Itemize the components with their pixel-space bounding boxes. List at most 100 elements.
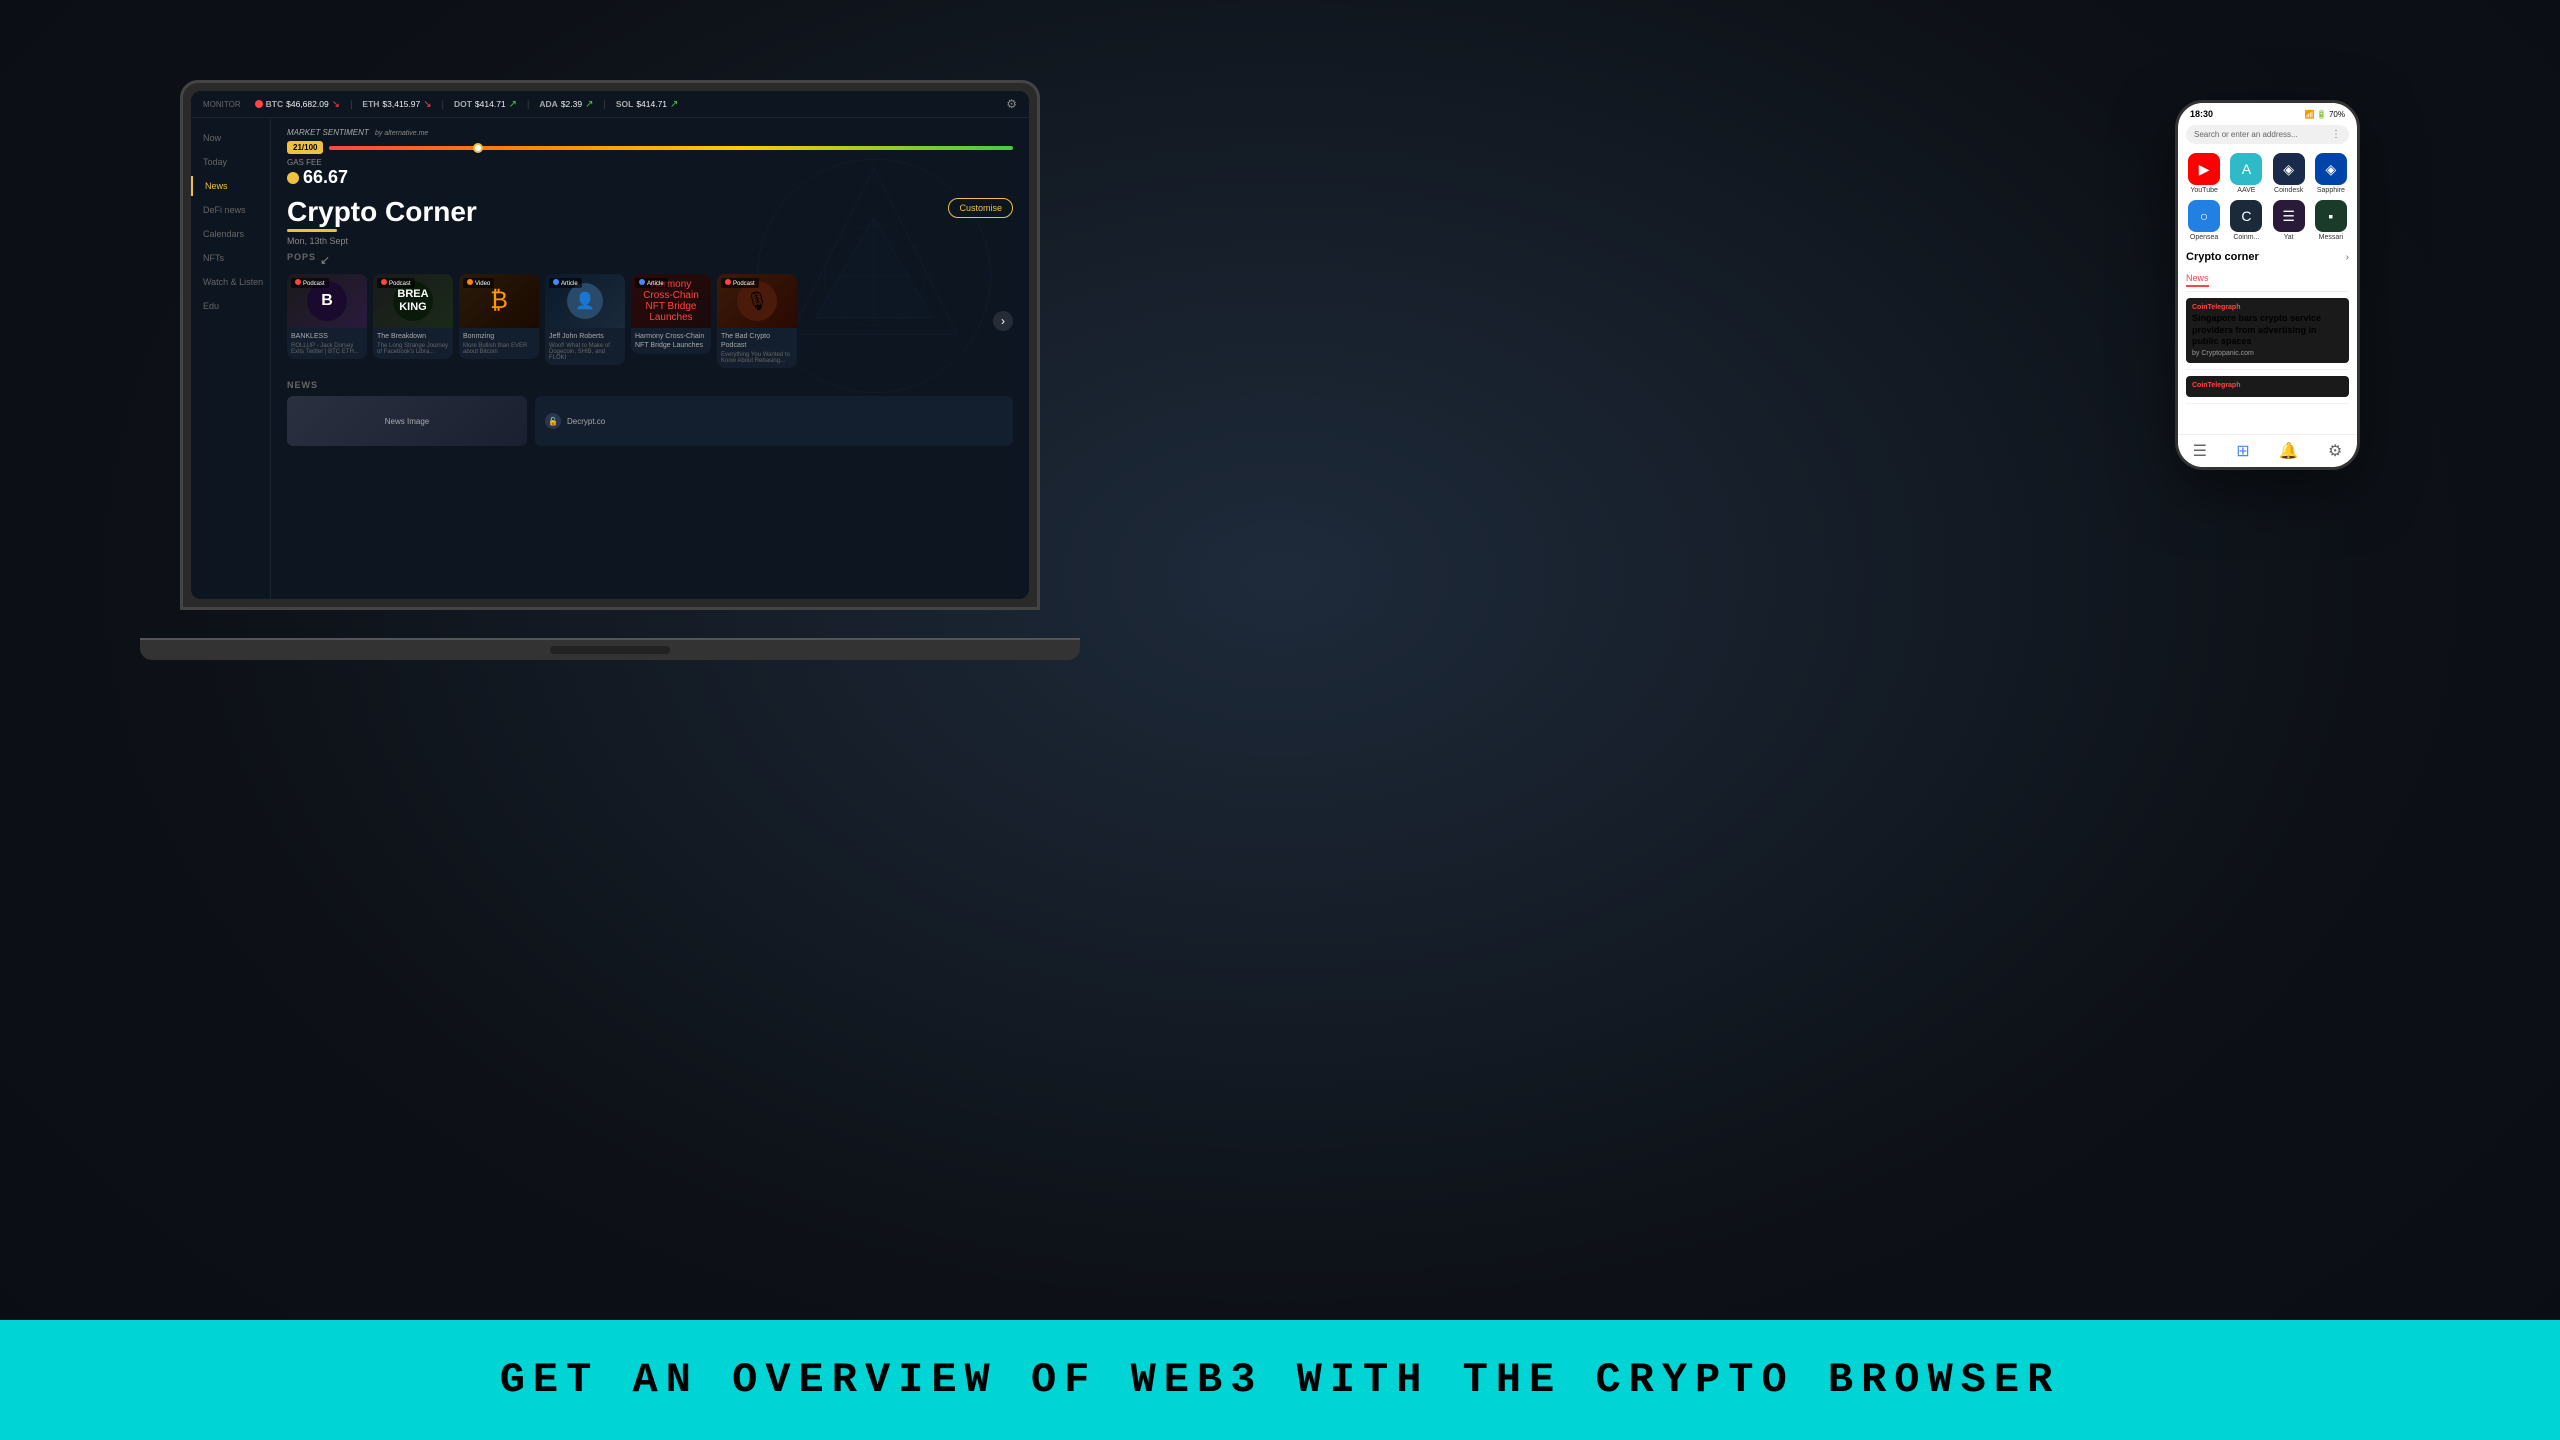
phone-news-item-2[interactable]: CoinTelegraph — [2186, 370, 2349, 404]
pops-collapse-icon[interactable]: ↙ — [320, 253, 330, 267]
news-source-name: Decrypt.co — [567, 417, 605, 426]
news-image: News Image — [287, 396, 527, 446]
settings-icon[interactable]: ⚙ — [1006, 97, 1017, 111]
phone-app-youtube[interactable]: ▶ YouTube — [2186, 153, 2222, 194]
pop-card-inner-bitcoin: ₿ Video Bonmzing More Bullish than EVER … — [459, 274, 539, 359]
gas-fee-value: 66.67 — [287, 167, 1013, 188]
bottom-banner: GET AN OVERVIEW OF WEB3 WITH THE CRYPTO … — [0, 1320, 2560, 1440]
sep1: | — [350, 99, 352, 109]
phone-app-opensea[interactable]: ○ Opensea — [2186, 200, 2222, 241]
news-label: NEWS — [287, 380, 1013, 390]
sentiment-label: MARKET SENTIMENT by alternative.me — [287, 128, 1013, 137]
sentiment-bar-container: 21/100 — [287, 141, 1013, 154]
sidebar-item-calendars[interactable]: Calendars — [191, 224, 270, 244]
news-section: NEWS News Image 🔓 Decrypt.co — [287, 380, 1013, 446]
laptop-device: MONITOR BTC $46,682.09 ↘ | ETH — [180, 80, 1040, 660]
sidebar-item-now[interactable]: Now — [191, 128, 270, 148]
sidebar-item-edu[interactable]: Edu — [191, 296, 270, 316]
sapphire-icon: ◈ — [2315, 153, 2347, 185]
phone-app-coindesk[interactable]: ◈ Coindesk — [2271, 153, 2307, 194]
phone-news-item-1[interactable]: CoinTelegraph Singapore bars crypto serv… — [2186, 292, 2349, 370]
phone-app-aave[interactable]: A AAVE — [2228, 153, 2264, 194]
sidebar-item-watch[interactable]: Watch & Listen — [191, 272, 270, 292]
eth-ticker: ETH $3,415.97 ↘ — [362, 99, 431, 110]
sol-ticker: SOL $414.71 ↗ — [616, 99, 679, 110]
eth-name: ETH — [362, 99, 379, 109]
carousel-arrow[interactable]: › — [993, 311, 1013, 331]
pop-card-harmony[interactable]: Harmony Cross-Chain NFT Bridge Launches … — [631, 274, 711, 368]
phone-device: 18:30 📶 🔋 70% Search or enter an address… — [2175, 100, 2360, 470]
sidebar-item-news[interactable]: News — [191, 176, 270, 196]
eth-price: $3,415.97 — [382, 99, 420, 109]
sidebar-item-nfts[interactable]: NFTs — [191, 248, 270, 268]
sidebar-item-today[interactable]: Today — [191, 152, 270, 172]
phone-bottom-nav: ☰ ⊞ 🔔 ⚙ — [2178, 434, 2357, 467]
coindesk-label: Coindesk — [2274, 187, 2303, 194]
phone-tab-news[interactable]: News — [2186, 271, 2209, 287]
sep2: | — [442, 99, 444, 109]
phone-status-icons: 📶 🔋 70% — [2305, 110, 2345, 119]
pop-type-jeff: Article — [549, 278, 582, 288]
phone-nav-tabs[interactable]: ☰ — [2193, 441, 2207, 461]
btc-ticker: BTC $46,682.09 ↘ — [255, 99, 340, 110]
phone-nav-settings[interactable]: ⚙ — [2328, 441, 2342, 461]
gas-dot — [287, 172, 299, 184]
messari-label: Messari — [2319, 234, 2344, 241]
news-source-logo: 🔓 — [545, 413, 561, 429]
pop-card-bankless[interactable]: B Podcast BANKLESS ROLLUP - Jack Dorsey … — [287, 274, 367, 368]
pop-card-image-jeff: 👤 Article — [545, 274, 625, 328]
pop-card-title-jeff: Jeff John Roberts — [549, 332, 621, 341]
pops-label: POPS — [287, 252, 316, 262]
pop-card-breakdown[interactable]: BREAKING Podcast The Breakdown The Long … — [373, 274, 453, 368]
ada-arrow: ↗ — [585, 99, 593, 110]
pop-card-title-breakdown: The Breakdown — [377, 332, 449, 341]
phone-screen: 18:30 📶 🔋 70% Search or enter an address… — [2178, 103, 2357, 467]
phone-app-yat[interactable]: ☰ Yat — [2271, 200, 2307, 241]
phone-news-title-1: Singapore bars crypto service providers … — [2192, 313, 2343, 348]
sentiment-indicator — [473, 143, 483, 153]
messari-icon: ▪ — [2315, 200, 2347, 232]
youtube-label: YouTube — [2190, 187, 2218, 194]
phone-app-grid: ▶ YouTube A AAVE ◈ Coindesk ◈ Sapphire — [2178, 147, 2357, 247]
pop-card-info-bitcoin: Bonmzing More Bullish than EVER about Bi… — [459, 328, 539, 359]
phone-url-bar[interactable]: Search or enter an address... ⋮ — [2186, 125, 2349, 144]
phone-section-expand[interactable]: › — [2346, 252, 2349, 263]
pop-card-jeff[interactable]: 👤 Article Jeff John Roberts Woof! What t… — [545, 274, 625, 368]
phone-nav-notifications[interactable]: 🔔 — [2279, 441, 2299, 461]
phone-tabs: News — [2186, 267, 2349, 292]
date-label: Mon, 13th Sept — [287, 236, 477, 246]
btc-arrow: ↘ — [332, 99, 340, 110]
laptop-screen: MONITOR BTC $46,682.09 ↘ | ETH — [191, 91, 1029, 599]
phone-news-domain-1: by Cryptopanic.com — [2192, 350, 2343, 357]
gas-fee-number: 66.67 — [303, 167, 348, 188]
pop-card-bitcoin[interactable]: ₿ Video Bonmzing More Bullish than EVER … — [459, 274, 539, 368]
phone-url-text: Search or enter an address... — [2194, 130, 2298, 139]
laptop-body: MONITOR BTC $46,682.09 ↘ | ETH — [180, 80, 1040, 610]
pop-card-info-badcrypto: The Bad Crypto Podcast Everything You Wa… — [717, 328, 797, 368]
page-title-wrapper: Crypto Corner Mon, 13th Sept — [287, 198, 477, 246]
phone-app-messari[interactable]: ▪ Messari — [2313, 200, 2349, 241]
news-card-large[interactable]: News Image — [287, 396, 527, 446]
eth-arrow: ↘ — [423, 99, 431, 110]
ada-price: $2.39 — [561, 99, 582, 109]
phone-app-coinmarketcap[interactable]: C Coinm... — [2228, 200, 2264, 241]
sep3: | — [527, 99, 529, 109]
monitor-bar: MONITOR BTC $46,682.09 ↘ | ETH — [191, 91, 1029, 118]
customise-button[interactable]: Customise — [948, 198, 1013, 218]
pop-card-desc-breakdown: The Long Strange Journey of Facebook's L… — [377, 343, 449, 355]
sidebar-item-defi[interactable]: DeFi news — [191, 200, 270, 220]
phone-url-menu-icon[interactable]: ⋮ — [2331, 129, 2341, 140]
news-card-decrypt[interactable]: 🔓 Decrypt.co — [535, 396, 1013, 446]
opensea-label: Opensea — [2190, 234, 2218, 241]
phone-nav-home[interactable]: ⊞ — [2236, 441, 2249, 461]
title-underline — [287, 229, 337, 232]
phone-app-sapphire[interactable]: ◈ Sapphire — [2313, 153, 2349, 194]
news-cards: News Image 🔓 Decrypt.co — [287, 396, 1013, 446]
pop-card-badcrypto[interactable]: 🎙 Podcast The Bad Crypto Podcast Everyth… — [717, 274, 797, 368]
phone-crypto-section: Crypto corner › News CoinTelegraph Singa… — [2178, 247, 2357, 434]
sentiment-bar — [329, 146, 1013, 150]
phone-time: 18:30 — [2190, 109, 2213, 119]
page-title: Crypto Corner — [287, 198, 477, 226]
sidebar: Now Today News DeFi news Calendars NFTs … — [191, 118, 271, 599]
pop-card-desc-jeff: Woof! What to Make of Dogecoin, SHIB, an… — [549, 343, 621, 361]
